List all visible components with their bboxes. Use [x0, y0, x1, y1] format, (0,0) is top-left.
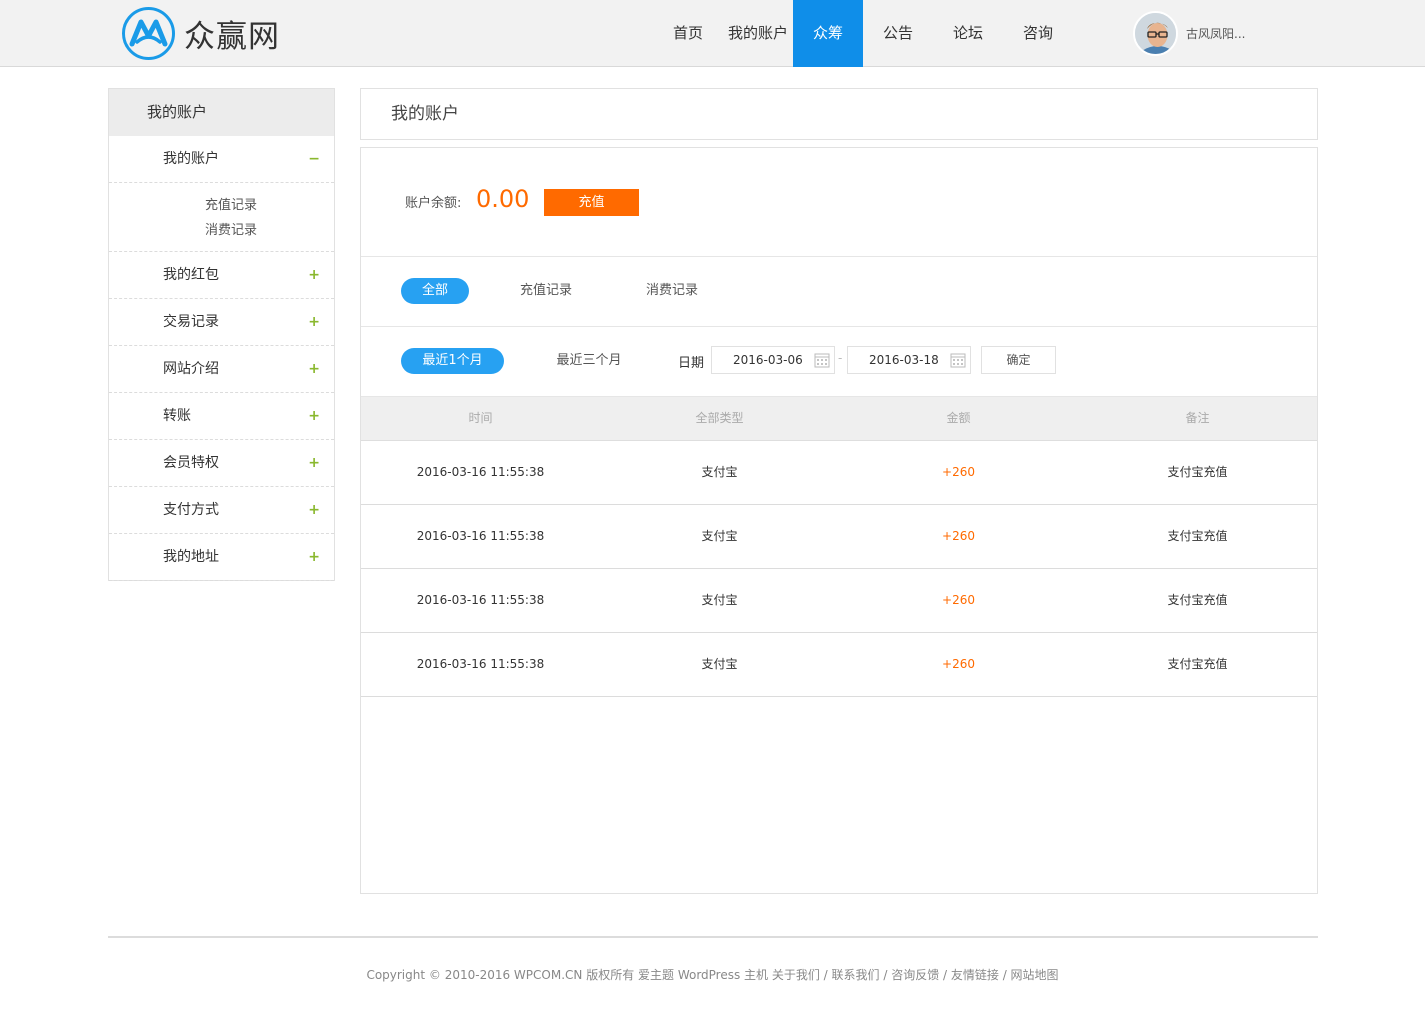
logo-text: 众赢网 — [184, 19, 280, 55]
date-to-value: 2016-03-18 — [869, 353, 939, 367]
table-row: 2016-03-16 11:55:38 支付宝 +260 支付宝充值 — [361, 569, 1317, 633]
sidebar-submenu: 充值记录 消费记录 — [109, 183, 334, 252]
cell-time: 2016-03-16 11:55:38 — [416, 465, 545, 479]
cell-type: 支付宝 — [701, 529, 738, 543]
sidebar-item-label: 我的地址 — [163, 549, 219, 565]
cell-amount: +260 — [942, 593, 975, 607]
user-avatar-icon — [1135, 12, 1176, 54]
col-note: 备注 — [1185, 411, 1210, 425]
calendar-icon[interactable] — [814, 352, 830, 368]
sidebar-item-label: 转账 — [163, 408, 191, 424]
expand-icon[interactable]: + — [308, 487, 320, 534]
col-amount: 金额 — [946, 411, 971, 425]
col-time: 时间 — [468, 411, 493, 425]
tab-consumption[interactable]: 消费记录 — [639, 278, 705, 304]
sidebar-item-site-intro[interactable]: 网站介绍 + — [109, 346, 334, 393]
sidebar-item-label: 会员特权 — [163, 455, 219, 471]
sidebar-item-label: 交易记录 — [163, 314, 219, 330]
date-from-value: 2016-03-06 — [733, 353, 803, 367]
date-from-input[interactable]: 2016-03-06 — [711, 346, 835, 374]
footer-divider — [108, 936, 1318, 938]
sidebar-item-transactions[interactable]: 交易记录 + — [109, 299, 334, 346]
sidebar-item-vip[interactable]: 会员特权 + — [109, 440, 334, 487]
range-1-month[interactable]: 最近1个月 — [401, 348, 504, 374]
sidebar-item-transfer[interactable]: 转账 + — [109, 393, 334, 440]
sidebar-item-label: 我的账户 — [163, 151, 219, 167]
collapse-icon[interactable]: − — [308, 136, 320, 183]
table-row: 2016-03-16 11:55:38 支付宝 +260 支付宝充值 — [361, 633, 1317, 697]
account-panel: 账户余额: 0.00 充值 全部 充值记录 消费记录 最近1个月 最近三个月 日… — [360, 147, 1318, 894]
recharge-button[interactable]: 充值 — [544, 189, 639, 216]
balance-value: 0.00 — [476, 185, 530, 213]
table-row: 2016-03-16 11:55:38 支付宝 +260 支付宝充值 — [361, 505, 1317, 569]
logo-icon — [122, 7, 175, 60]
type-filter: 全部 充值记录 消费记录 — [361, 257, 1317, 327]
page-title: 我的账户 — [360, 88, 1318, 140]
cell-amount: +260 — [942, 465, 975, 479]
cell-time: 2016-03-16 11:55:38 — [416, 529, 545, 543]
main-nav: 首页 我的账户 众筹 公告 论坛 咨询 — [653, 0, 1073, 67]
nav-consult[interactable]: 咨询 — [1003, 0, 1073, 67]
nav-forum[interactable]: 论坛 — [933, 0, 1003, 67]
cell-time: 2016-03-16 11:55:38 — [416, 593, 545, 607]
confirm-button[interactable]: 确定 — [981, 346, 1056, 374]
nav-home[interactable]: 首页 — [653, 0, 723, 67]
calendar-icon[interactable] — [950, 352, 966, 368]
sidebar-item-my-account[interactable]: 我的账户 − — [109, 136, 334, 183]
range-3-months[interactable]: 最近三个月 — [548, 348, 630, 374]
records-table-body: 2016-03-16 11:55:38 支付宝 +260 支付宝充值 2016-… — [361, 441, 1317, 697]
expand-icon[interactable]: + — [308, 299, 320, 346]
nav-crowdfunding[interactable]: 众筹 — [793, 0, 863, 67]
table-row: 2016-03-16 11:55:38 支付宝 +260 支付宝充值 — [361, 441, 1317, 505]
expand-icon[interactable]: + — [308, 534, 320, 581]
cell-note: 支付宝充值 — [1167, 465, 1228, 479]
sidebar-item-label: 网站介绍 — [163, 361, 219, 377]
expand-icon[interactable]: + — [308, 393, 320, 440]
sidebar: 我的账户 我的账户 − 充值记录 消费记录 我的红包 + 交易记录 + 网站介绍… — [108, 88, 335, 581]
date-label: 日期 — [678, 356, 705, 371]
tab-all[interactable]: 全部 — [401, 278, 469, 304]
sidebar-sub-recharge-records[interactable]: 充值记录 — [109, 193, 334, 218]
date-separator: - — [838, 351, 843, 365]
cell-time: 2016-03-16 11:55:38 — [416, 657, 545, 671]
cell-note: 支付宝充值 — [1167, 593, 1228, 607]
balance-section: 账户余额: 0.00 充值 — [361, 148, 1317, 257]
date-filter: 最近1个月 最近三个月 日期 2016-03-06 - 2016-03-18 确… — [361, 327, 1317, 397]
cell-amount: +260 — [942, 657, 975, 671]
sidebar-item-address[interactable]: 我的地址 + — [109, 534, 334, 581]
records-table-header: 时间 全部类型 金额 备注 — [361, 397, 1317, 441]
site-logo[interactable]: 众赢网 — [121, 5, 280, 62]
cell-type: 支付宝 — [701, 465, 738, 479]
balance-label: 账户余额: — [405, 196, 462, 211]
sidebar-title: 我的账户 — [109, 89, 334, 136]
footer-copyright: Copyright © 2010-2016 WPCOM.CN 版权所有 爱主题 … — [366, 968, 1059, 982]
expand-icon[interactable]: + — [308, 440, 320, 487]
sidebar-item-label: 我的红包 — [163, 267, 219, 283]
nav-notice[interactable]: 公告 — [863, 0, 933, 67]
expand-icon[interactable]: + — [308, 252, 320, 299]
user-menu[interactable]: 古风凤阳... — [1133, 9, 1245, 57]
avatar[interactable] — [1133, 10, 1178, 56]
cell-type: 支付宝 — [701, 593, 738, 607]
cell-note: 支付宝充值 — [1167, 657, 1228, 671]
sidebar-item-label: 支付方式 — [163, 502, 219, 518]
tab-recharge[interactable]: 充值记录 — [513, 278, 579, 304]
cell-type: 支付宝 — [701, 657, 738, 671]
nav-my-account[interactable]: 我的账户 — [723, 0, 793, 67]
sidebar-item-payment[interactable]: 支付方式 + — [109, 487, 334, 534]
top-header: 众赢网 首页 我的账户 众筹 公告 论坛 咨询 古风凤阳... — [0, 0, 1425, 67]
sidebar-sub-consumption-records[interactable]: 消费记录 — [109, 218, 334, 243]
col-type[interactable]: 全部类型 — [600, 397, 839, 440]
date-to-input[interactable]: 2016-03-18 — [847, 346, 971, 374]
cell-note: 支付宝充值 — [1167, 529, 1228, 543]
sidebar-item-red-packet[interactable]: 我的红包 + — [109, 252, 334, 299]
cell-amount: +260 — [942, 529, 975, 543]
user-name[interactable]: 古风凤阳... — [1186, 25, 1245, 42]
expand-icon[interactable]: + — [308, 346, 320, 393]
